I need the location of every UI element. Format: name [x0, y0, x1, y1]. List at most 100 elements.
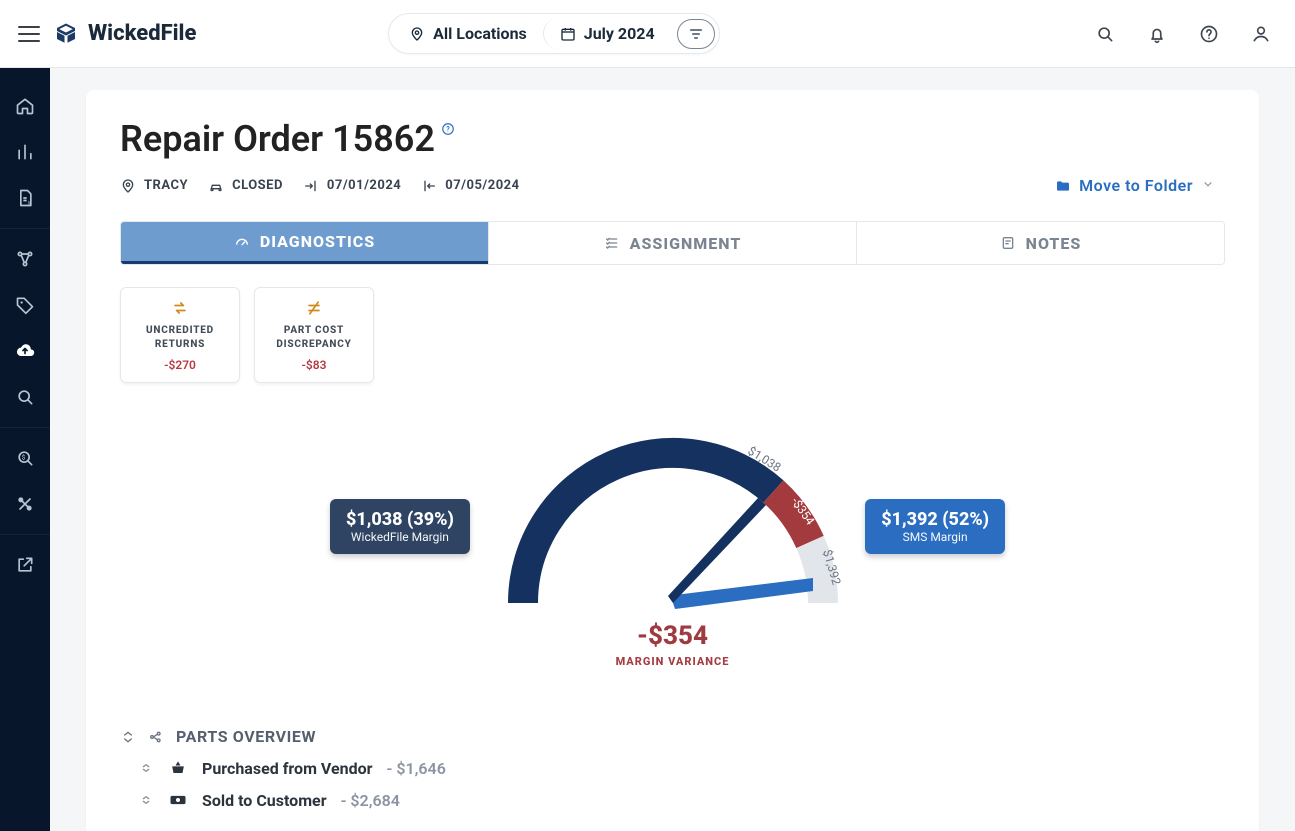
card-uncredited-returns-value: -$270 [164, 358, 196, 372]
tab-notes-label: NOTES [1026, 234, 1082, 253]
meta-row: TRACY CLOSED 07/01/2024 07/05/2024 Move … [120, 170, 1225, 201]
document-money-icon: $ [15, 188, 35, 208]
bell-icon [1147, 24, 1167, 44]
brand-logo[interactable]: WickedFile [54, 21, 196, 46]
card-part-cost-discrepancy[interactable]: PART COST DISCREPANCY -$83 [254, 287, 374, 383]
margin-variance-value: -$354 [616, 621, 730, 651]
page-title-text: Repair Order 15862 [120, 118, 435, 160]
menu-toggle-button[interactable] [18, 26, 40, 42]
car-icon [208, 178, 224, 194]
page-title: Repair Order 15862 ? [120, 118, 1225, 160]
row-purchased-label: Purchased from Vendor [202, 759, 373, 778]
map-pin-icon [120, 178, 136, 194]
row-sold-to-customer[interactable]: Sold to Customer - $2,684 [120, 778, 1225, 810]
basket-icon [168, 758, 188, 778]
tab-diagnostics[interactable]: DIAGNOSTICS [121, 222, 488, 264]
svg-text:?: ? [446, 125, 450, 133]
row-sold-value: - $2,684 [341, 791, 400, 810]
sidebar-item-upload[interactable] [0, 329, 50, 373]
row-purchased-value: - $1,646 [387, 759, 446, 778]
tab-diagnostics-label: DIAGNOSTICS [260, 232, 375, 251]
sidebar-item-reports[interactable] [0, 130, 50, 174]
card-part-cost-value: -$83 [302, 358, 327, 372]
gauge-chart: $1,038 -$354 $1,392 [493, 423, 853, 643]
tabs: DIAGNOSTICS ASSIGNMENT NOTES [120, 221, 1225, 265]
arrow-out-icon [421, 178, 437, 194]
date-chip-label: July 2024 [584, 24, 655, 43]
move-to-folder-button[interactable]: Move to Folder [1045, 170, 1225, 201]
tab-assignment-label: ASSIGNMENT [630, 234, 742, 253]
nodes-icon [148, 729, 164, 745]
external-link-icon [15, 555, 35, 575]
row-purchased-from-vendor[interactable]: Purchased from Vendor - $1,646 [120, 746, 1225, 778]
diagnostic-cards: UNCREDITED RETURNS -$270 PART COST DISCR… [120, 287, 1225, 383]
content-area: Repair Order 15862 ? TRACY CLOSED 07/01/… [50, 68, 1295, 831]
svg-text:$: $ [28, 201, 31, 208]
folder-icon [1055, 178, 1071, 194]
cube-icon [54, 22, 78, 46]
tab-assignment[interactable]: ASSIGNMENT [488, 222, 856, 264]
sidebar-item-tags[interactable] [0, 283, 50, 327]
user-icon [1251, 24, 1271, 44]
expand-icon [138, 792, 154, 808]
chevron-down-icon [1201, 176, 1215, 195]
search-icon [1095, 24, 1115, 44]
meta-status-label: CLOSED [232, 178, 283, 193]
filter-icon [688, 26, 704, 42]
tag-icon [15, 295, 35, 315]
move-to-folder-label: Move to Folder [1079, 176, 1193, 195]
sidebar-item-invoices[interactable]: $ [0, 176, 50, 220]
sidebar-item-external[interactable] [0, 543, 50, 587]
repair-order-card: Repair Order 15862 ? TRACY CLOSED 07/01/… [86, 90, 1259, 831]
meta-location: TRACY [120, 178, 188, 194]
tab-notes[interactable]: NOTES [856, 222, 1224, 264]
meta-closed: 07/05/2024 [421, 178, 519, 194]
title-help-button[interactable]: ? [441, 122, 455, 139]
expand-icon [138, 760, 154, 776]
tools-icon [15, 494, 35, 514]
sidebar-item-tools[interactable] [0, 482, 50, 526]
not-equal-icon [304, 298, 324, 318]
sidebar-item-finance-search[interactable]: $ [0, 436, 50, 480]
wickedfile-margin-label: WickedFile Margin [346, 530, 454, 544]
sidebar-item-network[interactable] [0, 237, 50, 281]
calendar-icon [560, 26, 576, 42]
parts-overview-section: PARTS OVERVIEW Purchased from Vendor - $… [120, 727, 1225, 810]
gauge-center: -$354 MARGIN VARIANCE [616, 621, 730, 668]
sidebar-divider [0, 228, 50, 229]
help-icon: ? [441, 122, 455, 136]
app-header: WickedFile All Locations July 2024 [0, 0, 1295, 68]
row-sold-label: Sold to Customer [202, 791, 327, 810]
help-icon [1199, 24, 1219, 44]
wickedfile-margin-value: $1,038 (39%) [346, 509, 454, 530]
card-uncredited-returns[interactable]: UNCREDITED RETURNS -$270 [120, 287, 240, 383]
sidebar: $ $ [0, 68, 50, 831]
cash-icon [168, 790, 188, 810]
search-button[interactable] [1089, 18, 1121, 50]
location-chip-label: All Locations [433, 24, 527, 43]
network-icon [15, 249, 35, 269]
note-icon [1000, 235, 1016, 251]
search-icon [15, 387, 35, 407]
location-chip[interactable]: All Locations [393, 18, 543, 49]
sidebar-item-search[interactable] [0, 375, 50, 419]
card-part-cost-title: PART COST DISCREPANCY [263, 324, 365, 352]
map-pin-icon [409, 26, 425, 42]
sms-margin-value: $1,392 (52%) [881, 509, 989, 530]
sms-margin-box: $1,392 (52%) SMS Margin [865, 499, 1005, 554]
filter-button[interactable] [677, 19, 715, 49]
date-chip[interactable]: July 2024 [543, 18, 671, 49]
sidebar-divider [0, 427, 50, 428]
profile-button[interactable] [1245, 18, 1277, 50]
meta-closed-label: 07/05/2024 [445, 178, 519, 193]
help-button[interactable] [1193, 18, 1225, 50]
parts-overview-label: PARTS OVERVIEW [176, 727, 316, 746]
sidebar-item-home[interactable] [0, 84, 50, 128]
parts-overview-header[interactable]: PARTS OVERVIEW [120, 727, 1225, 746]
brand-name: WickedFile [88, 21, 196, 46]
notifications-button[interactable] [1141, 18, 1173, 50]
gauge-icon [234, 234, 250, 250]
header-actions [1089, 18, 1277, 50]
cloud-upload-icon [15, 341, 35, 361]
svg-text:$: $ [22, 454, 26, 462]
